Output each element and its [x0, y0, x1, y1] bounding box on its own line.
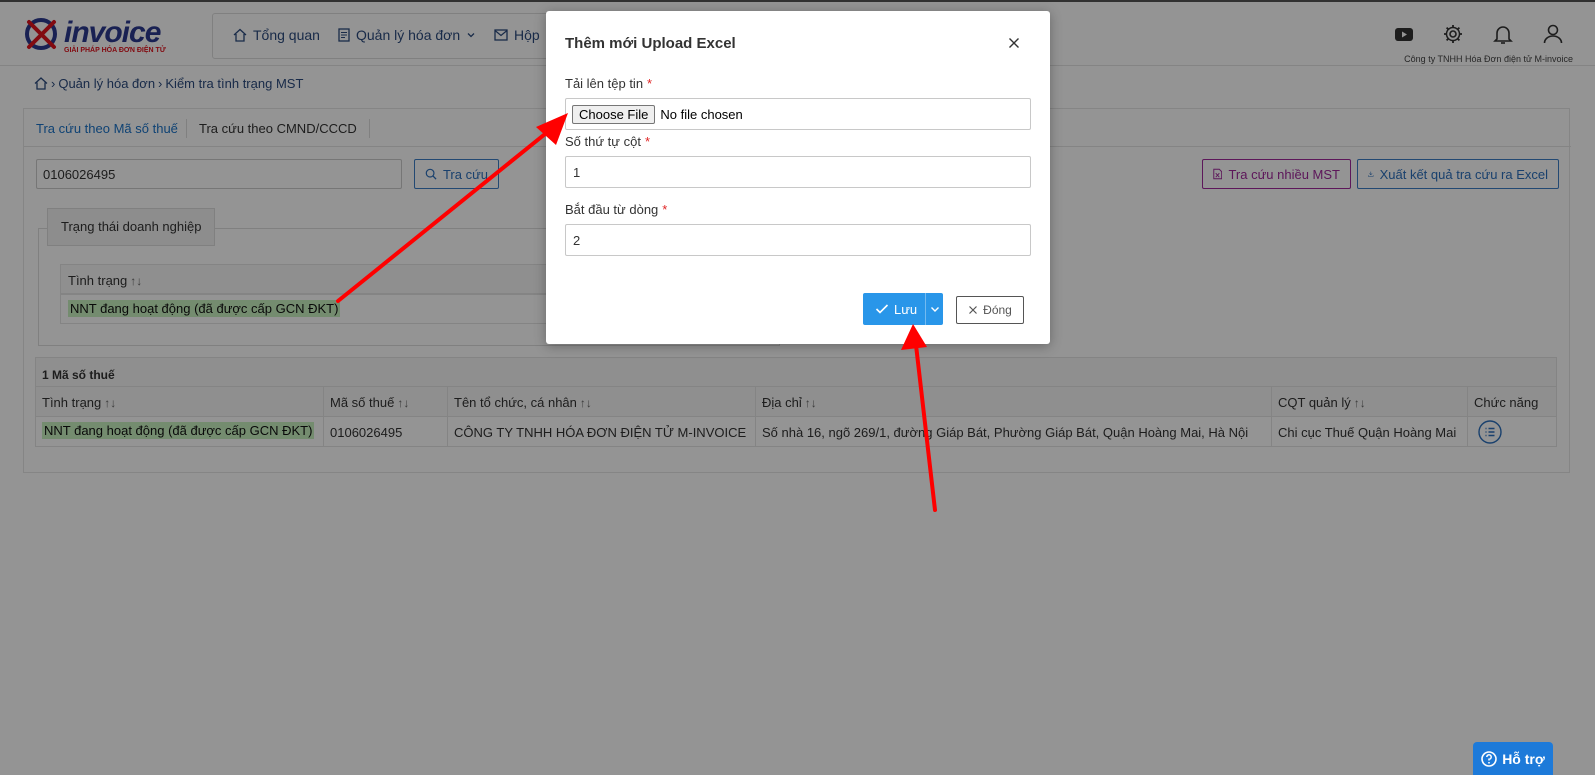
arrowhead-save-button: [901, 324, 927, 350]
arrowhead-file-input: [536, 113, 568, 145]
help-icon: [1481, 750, 1497, 767]
support-button[interactable]: Hỗ trợ: [1473, 742, 1553, 775]
support-label: Hỗ trợ: [1502, 750, 1545, 767]
arrow-to-file-input: [336, 128, 552, 303]
arrow-to-save-button: [914, 343, 937, 512]
annotation-arrows: [336, 113, 937, 512]
